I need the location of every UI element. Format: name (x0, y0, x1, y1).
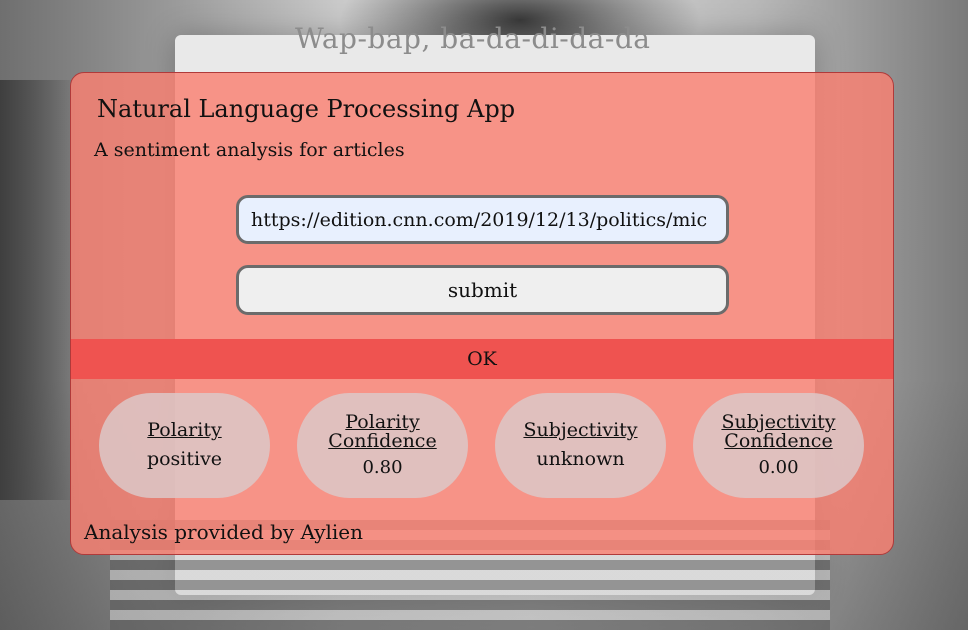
app-title: Natural Language Processing App (97, 95, 516, 123)
status-text: OK (467, 348, 497, 370)
background-headline: Wap-bap, ba-da-di-da-da (295, 22, 651, 55)
polarity-confidence-card: Polarity Confidence 0.80 (297, 393, 468, 498)
polarity-label: Polarity (147, 419, 222, 441)
url-input[interactable] (236, 195, 729, 244)
polarity-confidence-label: Polarity Confidence (328, 411, 437, 452)
background-shadow (0, 80, 80, 500)
subjectivity-confidence-value: 0.00 (758, 457, 799, 478)
status-bar: OK (71, 339, 893, 379)
subjectivity-label: Subjectivity (523, 419, 638, 441)
subjectivity-card: Subjectivity unknown (495, 393, 666, 498)
attribution-footer: Analysis provided by Aylien (84, 520, 364, 544)
app-card: Natural Language Processing App A sentim… (70, 72, 894, 555)
polarity-value: positive (146, 448, 223, 470)
polarity-confidence-value: 0.80 (362, 457, 403, 478)
polarity-card: Polarity positive (99, 393, 270, 498)
subjectivity-confidence-card: Subjectivity Confidence 0.00 (693, 393, 864, 498)
submit-button[interactable]: submit (236, 265, 729, 315)
app-subtitle: A sentiment analysis for articles (94, 139, 405, 161)
subjectivity-value: unknown (536, 448, 625, 470)
subjectivity-confidence-label: Subjectivity Confidence (721, 411, 836, 452)
